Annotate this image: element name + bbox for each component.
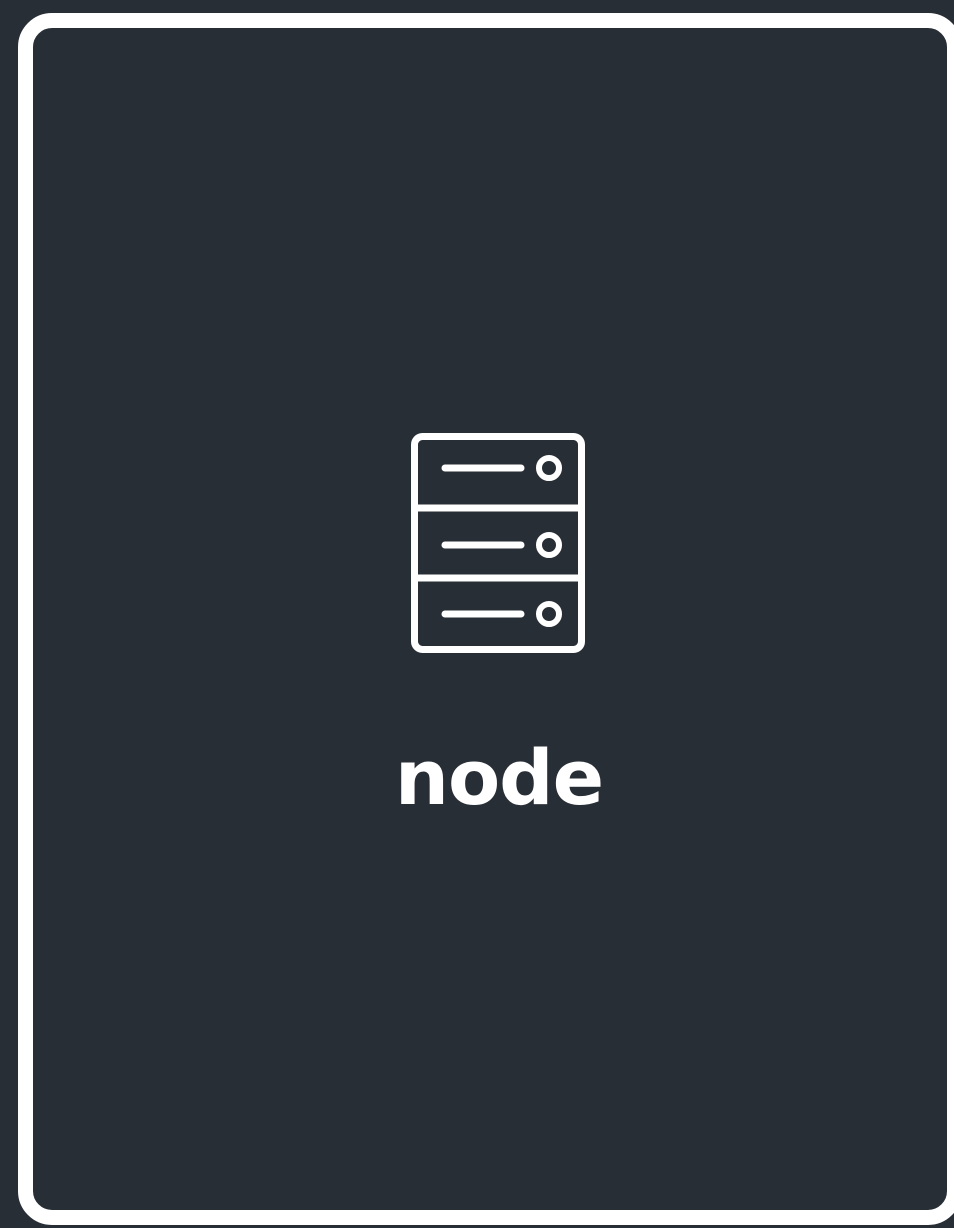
node-box[interactable]: node [18,13,954,1225]
diagram-canvas: node [0,0,954,1228]
server-icon [411,433,585,653]
node-label: node [394,733,604,822]
